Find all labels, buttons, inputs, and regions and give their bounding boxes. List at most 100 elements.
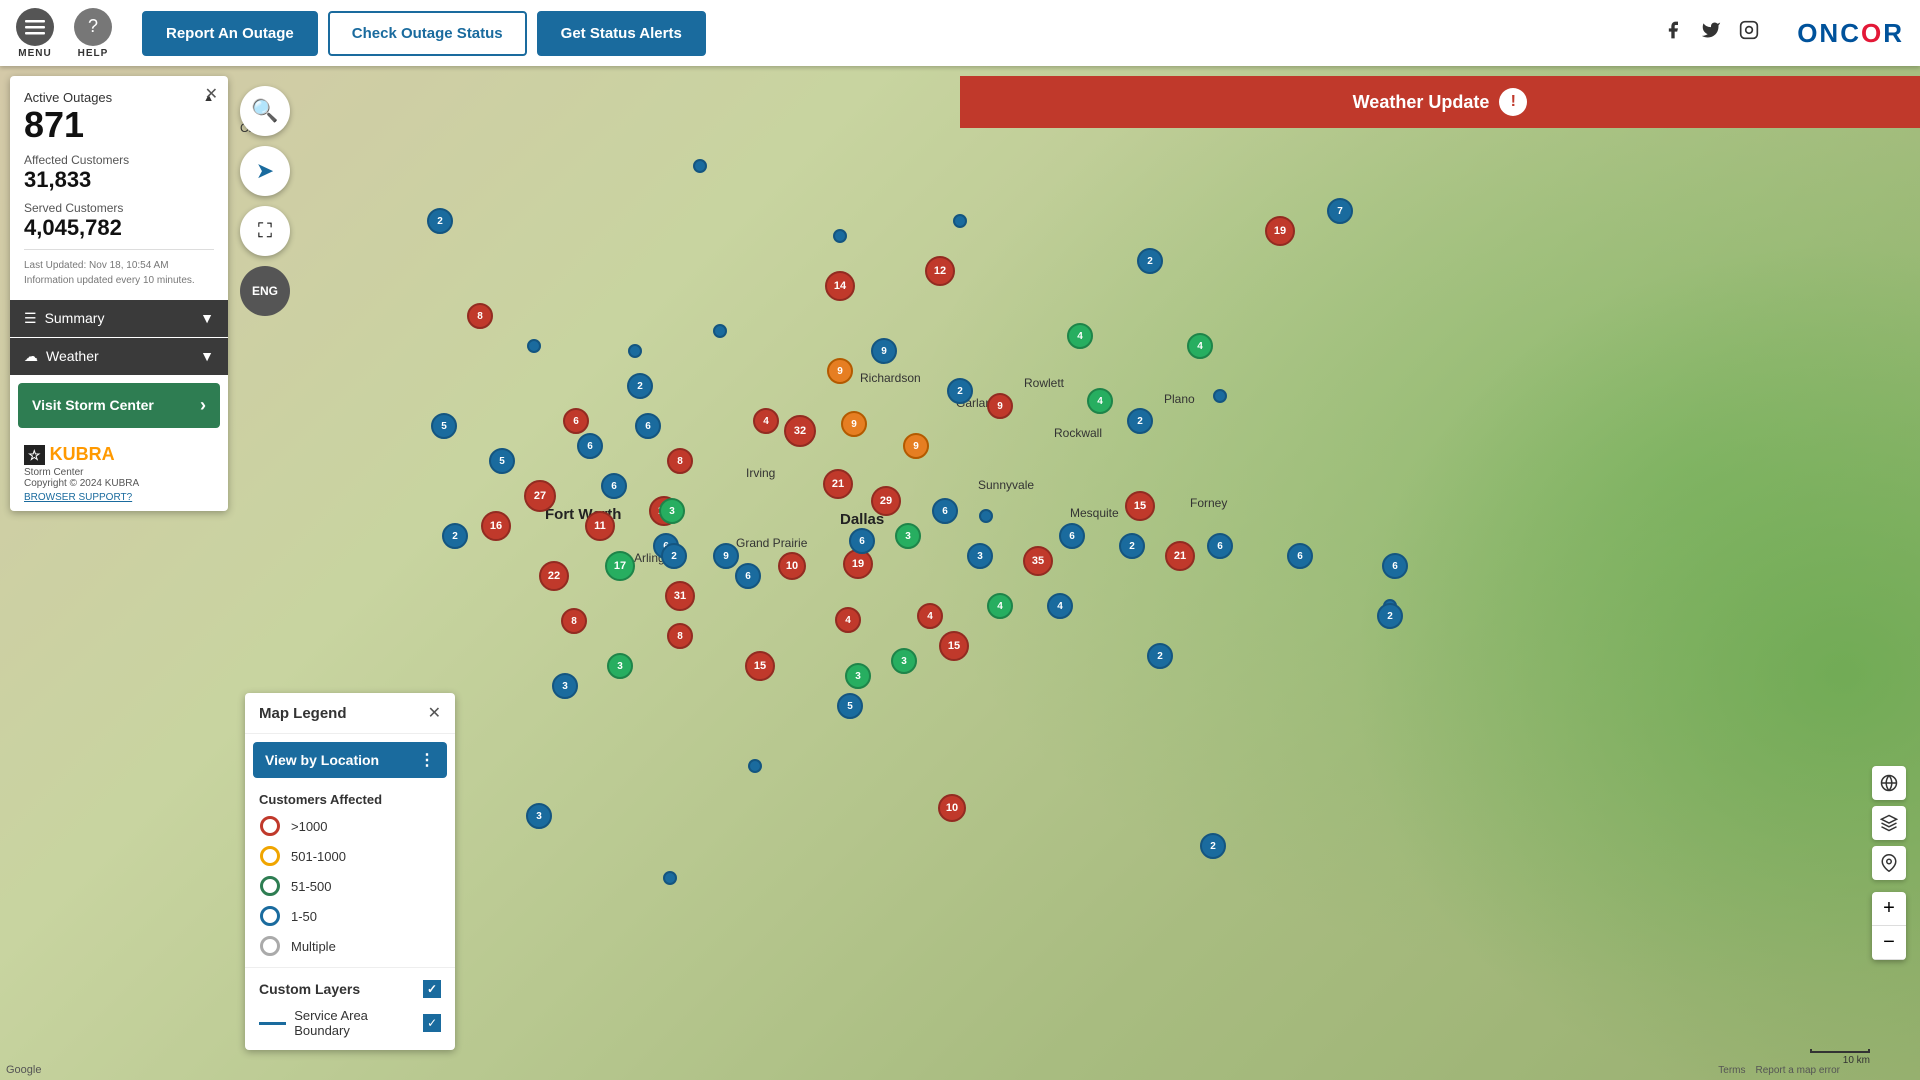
map-search-button[interactable]: 🔍 [240,86,290,136]
service-area-checkbox[interactable]: ✓ [423,1014,441,1032]
map-marker[interactable]: 9 [871,338,897,364]
map-marker[interactable]: 21 [1165,541,1195,571]
map-marker[interactable]: 16 [481,511,511,541]
weather-banner[interactable]: Weather Update ! [960,76,1920,128]
map-marker[interactable]: 6 [1382,553,1408,579]
map-marker[interactable]: 4 [1047,593,1073,619]
zoom-in-button[interactable]: + [1872,892,1906,926]
map-marker[interactable]: 7 [1327,198,1353,224]
map-marker[interactable] [833,229,847,243]
map-marker[interactable]: 6 [635,413,661,439]
map-marker[interactable]: 3 [967,543,993,569]
map-marker[interactable]: 6 [1207,533,1233,559]
view-by-location-button[interactable]: View by Location ⋮ [253,742,447,778]
map-marker[interactable]: 2 [442,523,468,549]
map-language-button[interactable]: ENG [240,266,290,316]
map-marker[interactable]: 3 [895,523,921,549]
map-marker[interactable] [663,871,677,885]
map-marker[interactable]: 4 [1067,323,1093,349]
map-marker[interactable]: 32 [784,415,816,447]
map-marker[interactable] [748,759,762,773]
report-outage-button[interactable]: Report An Outage [142,11,318,56]
map-marker[interactable] [953,214,967,228]
map-marker[interactable]: 4 [835,607,861,633]
map-marker[interactable]: 3 [845,663,871,689]
map-marker[interactable]: 6 [932,498,958,524]
map-marker[interactable] [527,339,541,353]
map-marker[interactable] [693,159,707,173]
map-layers-button[interactable] [1872,806,1906,840]
map-marker[interactable]: 9 [827,358,853,384]
map-fullscreen-button[interactable]: ⛶ [240,206,290,256]
map-marker[interactable]: 3 [607,653,633,679]
map-marker[interactable]: 9 [713,543,739,569]
map-marker[interactable]: 8 [467,303,493,329]
map-marker[interactable]: 14 [825,271,855,301]
map-marker[interactable]: 12 [925,256,955,286]
visit-storm-center-button[interactable]: Visit Storm Center › [18,383,220,428]
map-marker[interactable]: 19 [1265,216,1295,246]
map-marker[interactable] [979,509,993,523]
summary-button[interactable]: ☰ Summary ▼ [10,300,228,337]
map-marker[interactable]: 5 [431,413,457,439]
weather-button[interactable]: ☁ Weather ▼ [10,338,228,375]
map-marker[interactable]: 8 [667,448,693,474]
map-marker[interactable]: 2 [1200,833,1226,859]
get-alerts-button[interactable]: Get Status Alerts [537,11,706,56]
map-marker[interactable]: 2 [947,378,973,404]
map-marker[interactable]: 5 [837,693,863,719]
map-marker[interactable]: 27 [524,480,556,512]
map-marker[interactable] [713,324,727,338]
map-marker[interactable]: 2 [1137,248,1163,274]
map-marker[interactable]: 6 [1059,523,1085,549]
map-marker[interactable]: 6 [577,433,603,459]
map-marker[interactable]: 29 [871,486,901,516]
facebook-icon[interactable] [1663,20,1683,46]
check-status-button[interactable]: Check Outage Status [328,11,527,56]
help-button[interactable]: ? HELP [74,8,112,59]
map-marker[interactable]: 4 [1087,388,1113,414]
map-marker[interactable]: 2 [1377,603,1403,629]
map-marker[interactable]: 2 [661,543,687,569]
menu-button[interactable]: MENU [16,8,54,59]
map-marker[interactable]: 3 [891,648,917,674]
map-marker[interactable]: 4 [753,408,779,434]
map-marker[interactable]: 3 [659,498,685,524]
map-marker[interactable] [1213,389,1227,403]
map-marker[interactable]: 10 [778,552,806,580]
map-marker[interactable]: 9 [987,393,1013,419]
map-marker[interactable]: 3 [552,673,578,699]
map-marker[interactable]: 10 [938,794,966,822]
map-marker[interactable]: 6 [735,563,761,589]
map-location-button[interactable]: ➤ [240,146,290,196]
map-marker[interactable]: 5 [489,448,515,474]
map-marker[interactable]: 15 [939,631,969,661]
legend-close-button[interactable]: ✕ [428,703,441,723]
map-marker[interactable]: 2 [1119,533,1145,559]
map-marker[interactable]: 4 [917,603,943,629]
map-marker[interactable]: 6 [1287,543,1313,569]
map-marker[interactable]: 35 [1023,546,1053,576]
map-style-button[interactable] [1872,766,1906,800]
map-marker[interactable]: 17 [605,551,635,581]
map-person-button[interactable] [1872,846,1906,880]
map-marker[interactable]: 8 [561,608,587,634]
map-marker[interactable]: 2 [1127,408,1153,434]
map-marker[interactable]: 2 [427,208,453,234]
map-marker[interactable]: 4 [1187,333,1213,359]
instagram-icon[interactable] [1739,20,1759,46]
twitter-icon[interactable] [1701,20,1721,46]
map-marker[interactable]: 3 [526,803,552,829]
map-marker[interactable]: 15 [1125,491,1155,521]
map-marker[interactable]: 6 [849,528,875,554]
map-marker[interactable]: 21 [823,469,853,499]
map-marker[interactable]: 8 [667,623,693,649]
map-marker[interactable]: 15 [745,651,775,681]
panel-close-button[interactable]: ✕ [205,84,218,104]
map-marker[interactable]: 2 [1147,643,1173,669]
map-marker[interactable]: 11 [585,511,615,541]
map-marker[interactable] [628,344,642,358]
map-marker[interactable]: 9 [903,433,929,459]
map-marker[interactable]: 4 [987,593,1013,619]
custom-layers-checkbox[interactable]: ✓ [423,980,441,998]
